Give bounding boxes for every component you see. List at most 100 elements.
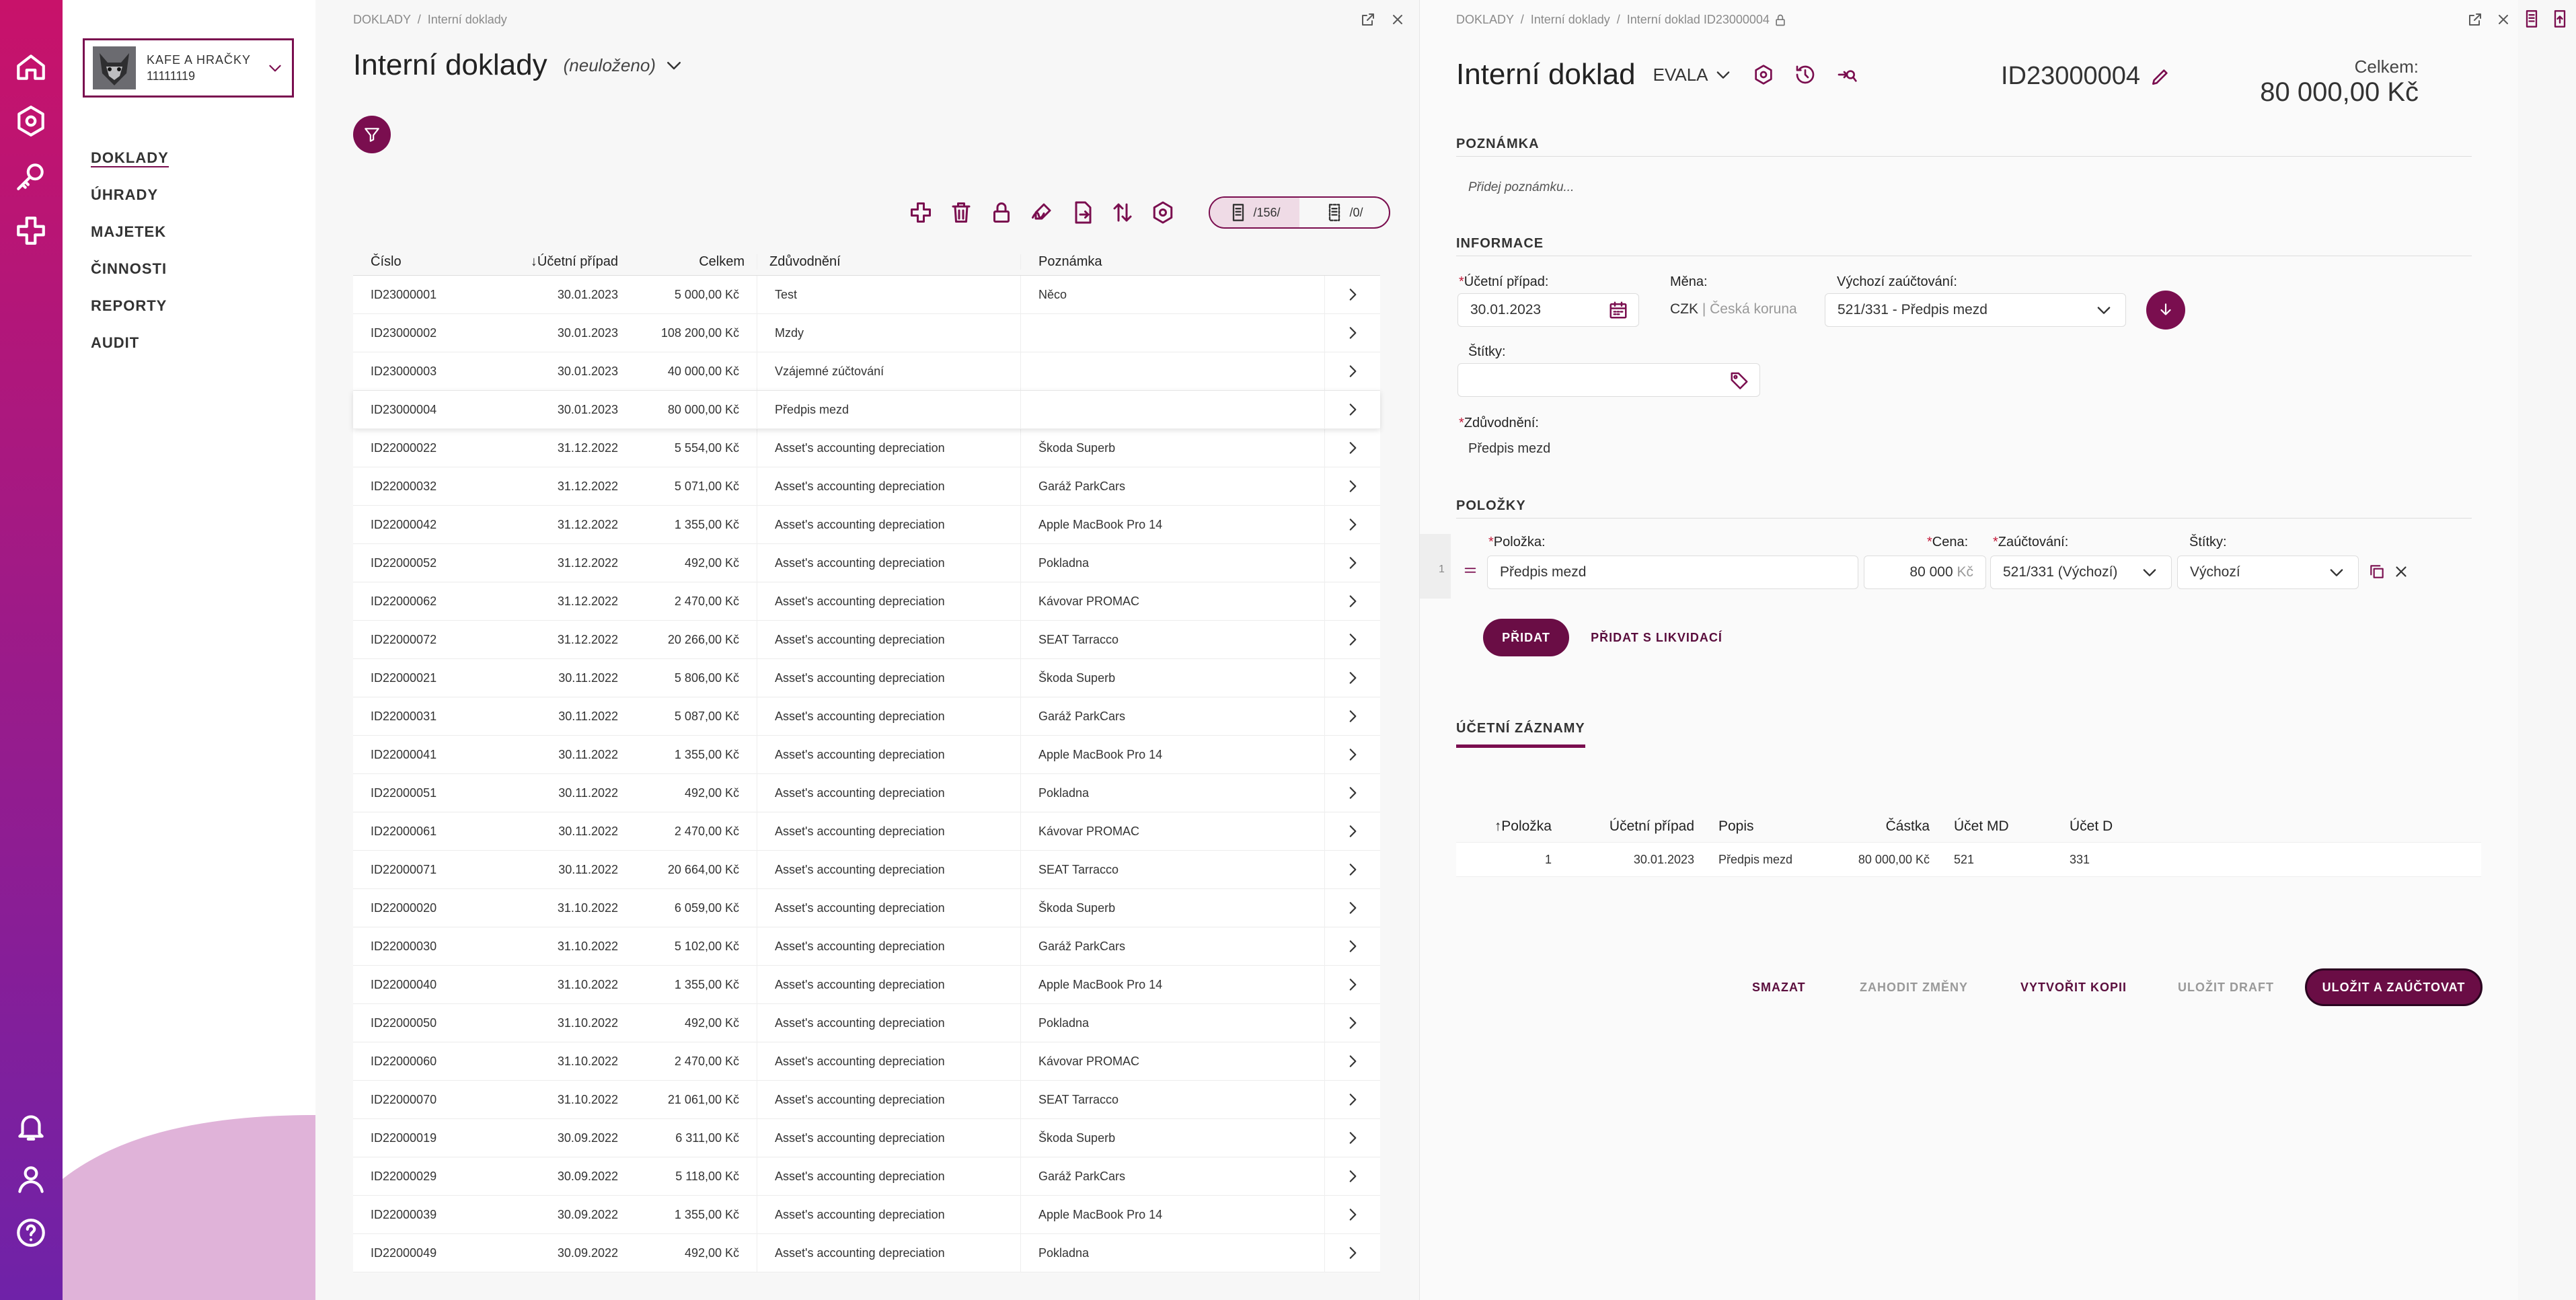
table-row[interactable]: ID22000031 30.11.2022 5 087,00 Kč Asset's a…	[353, 697, 1380, 736]
table-row[interactable]: ID22000029 30.09.2022 5 118,00 Kč Asset's a…	[353, 1157, 1380, 1196]
help-icon[interactable]	[14, 1216, 48, 1250]
add-item-button[interactable]: PŘIDAT	[1483, 619, 1569, 656]
add-item-with-liquidation-button[interactable]: PŘIDAT S LIKVIDACÍ	[1589, 619, 1724, 656]
key-icon[interactable]	[14, 159, 48, 193]
chevron-right-icon[interactable]	[1324, 1195, 1380, 1234]
nav-item-reporty[interactable]: REPORTY	[91, 295, 169, 332]
nav-item-doklady[interactable]: DOKLADY	[91, 147, 169, 184]
calendar-icon[interactable]	[1608, 300, 1628, 320]
col-ucetni-pripad[interactable]: Účetní případ	[1564, 818, 1706, 835]
table-row[interactable]: ID22000020 31.10.2022 6 059,00 Kč Asset's a…	[353, 888, 1380, 927]
chevron-right-icon[interactable]	[1324, 352, 1380, 391]
save-draft-button[interactable]: ULOŽIT DRAFT	[2178, 968, 2274, 1006]
table-row[interactable]: ID22000052 31.12.2022 492,00 Kč Asset's acc…	[353, 543, 1380, 582]
col-polozka[interactable]: ↑Položka	[1456, 818, 1564, 835]
document-icon[interactable]	[2522, 9, 2541, 28]
chevron-right-icon[interactable]	[1324, 735, 1380, 774]
chevron-right-icon[interactable]	[1324, 1042, 1380, 1081]
chevron-right-icon[interactable]	[1324, 428, 1380, 467]
delete-row-icon[interactable]	[2392, 563, 2410, 580]
table-row[interactable]: ID22000030 31.10.2022 5 102,00 Kč Asset's a…	[353, 927, 1380, 966]
search-document-icon[interactable]	[1836, 64, 1858, 85]
save-and-post-button[interactable]: ULOŽIT A ZAÚČTOVAT	[2305, 968, 2483, 1006]
signature-icon[interactable]	[1030, 200, 1054, 225]
tab-ucetni-zaznamy[interactable]: ÚČETNÍ ZÁZNAMY	[1456, 721, 1585, 748]
table-row[interactable]: ID22000050 31.10.2022 492,00 Kč Asset's acc…	[353, 1003, 1380, 1042]
chevron-right-icon[interactable]	[1324, 850, 1380, 889]
table-row[interactable]: ID22000049 30.09.2022 492,00 Kč Asset's acc…	[353, 1233, 1380, 1272]
table-row[interactable]: ID22000032 31.12.2022 5 071,00 Kč Asset's a…	[353, 467, 1380, 506]
nav-item-majetek[interactable]: MAJETEK	[91, 221, 169, 258]
table-row[interactable]: ID22000039 30.09.2022 1 355,00 Kč Asset's a…	[353, 1195, 1380, 1234]
sort-icon[interactable]	[1110, 200, 1135, 225]
delete-button[interactable]: SMAZAT	[1752, 968, 1806, 1006]
breadcrumb[interactable]: DOKLADY / Interní doklady / Interní dokl…	[1456, 13, 1787, 27]
create-copy-button[interactable]: VYTVOŘIT KOPII	[2020, 968, 2127, 1006]
chevron-down-icon[interactable]	[664, 55, 684, 75]
table-row[interactable]: ID22000040 31.10.2022 1 355,00 Kč Asset's a…	[353, 965, 1380, 1004]
price-input[interactable]: 80 000 Kč	[1864, 556, 1986, 589]
item-name-input[interactable]: Předpis mezd	[1487, 556, 1858, 589]
chevron-right-icon[interactable]	[1324, 467, 1380, 506]
settings-hex-icon[interactable]	[14, 104, 48, 138]
nav-item-uhrady[interactable]: ÚHRADY	[91, 184, 169, 221]
chevron-right-icon[interactable]	[1324, 697, 1380, 736]
reason-value[interactable]: Předpis mezd	[1468, 441, 1550, 457]
note-input[interactable]: Přidej poznámku...	[1468, 180, 1574, 195]
chevron-down-icon[interactable]	[1714, 65, 1733, 84]
discard-changes-button[interactable]: ZAHODIT ZMĚNY	[1860, 968, 1968, 1006]
table-row[interactable]: ID22000051 30.11.2022 492,00 Kč Asset's acc…	[353, 773, 1380, 812]
history-icon[interactable]	[1794, 64, 1816, 85]
nav-item-cinnosti[interactable]: ČINNOSTI	[91, 258, 169, 295]
chevron-right-icon[interactable]	[1324, 275, 1380, 314]
lock-icon[interactable]	[989, 200, 1014, 225]
chevron-right-icon[interactable]	[1324, 773, 1380, 812]
drag-handle-icon[interactable]	[1463, 563, 1478, 578]
table-row[interactable]: ID22000041 30.11.2022 1 355,00 Kč Asset's a…	[353, 735, 1380, 774]
col-popis[interactable]: Popis	[1706, 818, 1819, 835]
chevron-right-icon[interactable]	[1324, 965, 1380, 1004]
chevron-right-icon[interactable]	[1324, 1080, 1380, 1119]
col-celkem[interactable]: Celkem	[636, 254, 757, 270]
nav-item-audit[interactable]: AUDIT	[91, 332, 169, 369]
chevron-right-icon[interactable]	[1324, 313, 1380, 352]
row-handle[interactable]	[1420, 534, 1451, 599]
table-row[interactable]: ID22000022 31.12.2022 5 554,00 Kč Asset's a…	[353, 428, 1380, 467]
chevron-right-icon[interactable]	[1324, 390, 1380, 429]
tags-field[interactable]	[1457, 363, 1760, 397]
col-ucetni-pripad[interactable]: ↓Účetní případ	[509, 254, 636, 270]
download-icon[interactable]	[2146, 291, 2185, 330]
home-icon[interactable]	[14, 50, 48, 84]
close-icon[interactable]	[1390, 11, 1406, 28]
chevron-right-icon[interactable]	[1324, 1118, 1380, 1157]
plus-cross-icon[interactable]	[14, 214, 48, 247]
chevron-right-icon[interactable]	[1324, 505, 1380, 544]
table-row[interactable]: ID23000002 30.01.2023 108 200,00 Kč Mzdy	[353, 313, 1380, 352]
add-icon[interactable]	[909, 200, 933, 225]
col-zduvodneni[interactable]: Zdůvodnění	[757, 254, 1020, 270]
bell-icon[interactable]	[14, 1110, 48, 1143]
tag-icon[interactable]	[1729, 370, 1749, 390]
close-icon[interactable]	[2495, 11, 2511, 28]
chevron-right-icon[interactable]	[1324, 620, 1380, 659]
table-row[interactable]: ID23000003 30.01.2023 40 000,00 Kč Vzájemné…	[353, 352, 1380, 391]
chevron-right-icon[interactable]	[1324, 658, 1380, 697]
pencil-icon[interactable]	[2150, 66, 2171, 87]
table-row[interactable]: ID22000061 30.11.2022 2 470,00 Kč Asset's a…	[353, 812, 1380, 851]
breadcrumb[interactable]: DOKLADY / Interní doklady	[353, 13, 507, 27]
settings-hex-icon[interactable]	[1151, 200, 1175, 225]
user-selector[interactable]: EVALA	[1653, 65, 1708, 85]
open-external-icon[interactable]	[2467, 11, 2483, 28]
export-document-icon[interactable]	[1070, 200, 1094, 225]
col-ucet-md[interactable]: Účet MD	[1942, 818, 2057, 835]
chevron-right-icon[interactable]	[1324, 543, 1380, 582]
chevron-right-icon[interactable]	[1324, 1233, 1380, 1272]
col-ucet-d[interactable]: Účet D	[2057, 818, 2165, 835]
default-posting-select[interactable]: 521/331 - Předpis mezd	[1825, 293, 2126, 327]
company-selector[interactable]: KAFE A HRAČKY 11111119	[83, 38, 294, 98]
chevron-right-icon[interactable]	[1324, 812, 1380, 851]
table-row[interactable]: ID22000019 30.09.2022 6 311,00 Kč Asset's a…	[353, 1118, 1380, 1157]
chevron-right-icon[interactable]	[1324, 582, 1380, 621]
trash-icon[interactable]	[949, 200, 973, 225]
table-row[interactable]: ID22000071 30.11.2022 20 664,00 Kč Asset's …	[353, 850, 1380, 889]
